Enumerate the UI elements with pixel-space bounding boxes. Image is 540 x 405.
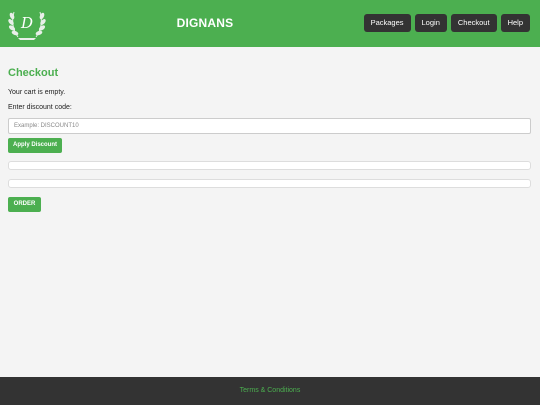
discount-code-input[interactable]: Example: DISCOUNT10 — [8, 118, 531, 134]
nav-checkout-button[interactable]: Checkout — [450, 14, 497, 32]
site-footer: Terms & Conditions — [0, 377, 540, 405]
apply-discount-button[interactable]: Apply Discount — [8, 138, 62, 153]
checkout-section: Checkout Your cart is empty. Enter disco… — [8, 66, 531, 212]
page-title: Checkout — [8, 67, 59, 79]
brand-title: DIGNANS — [176, 16, 234, 30]
empty-cart-message: Your cart is empty. — [8, 89, 66, 96]
cart-summary-bar — [8, 161, 531, 170]
terms-link[interactable]: Terms & Conditions — [240, 387, 301, 394]
nav-packages-button[interactable]: Packages — [363, 14, 411, 32]
order-button[interactable]: ORDER — [8, 197, 41, 212]
nav-login-button[interactable]: Login — [414, 14, 447, 32]
discount-label: Enter discount code: — [8, 104, 72, 111]
site-header: D DIGNANS Packages Login Checkout Help — [0, 0, 540, 47]
cart-total-bar — [8, 179, 531, 188]
nav-help-button[interactable]: Help — [500, 14, 530, 32]
main-nav: Packages Login Checkout Help — [363, 14, 530, 32]
